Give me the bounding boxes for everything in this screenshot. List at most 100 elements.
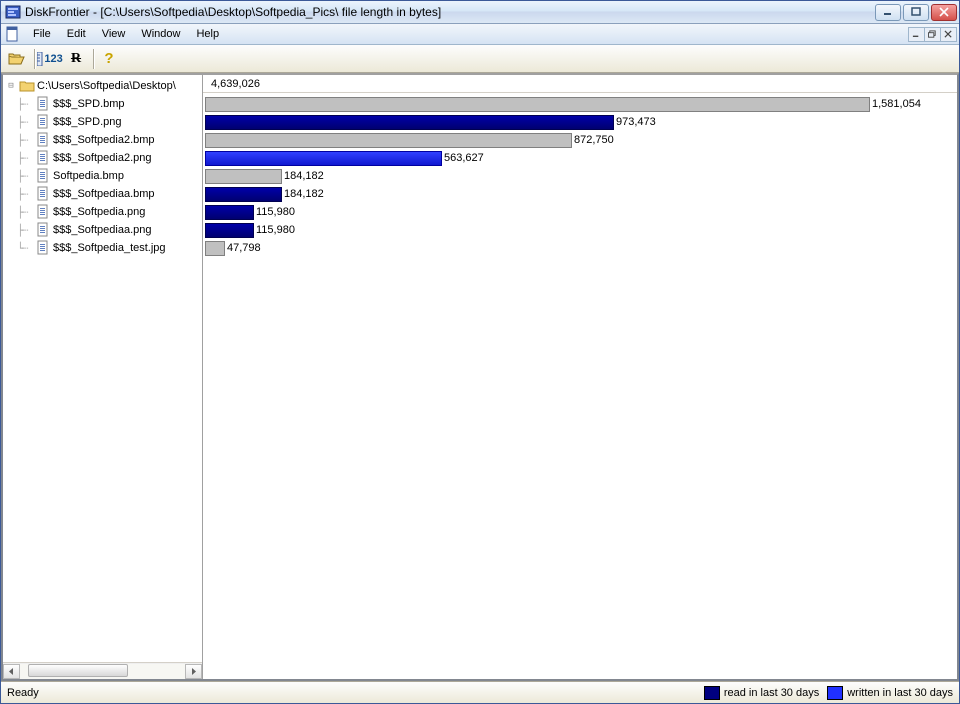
chart-bar (205, 151, 442, 166)
refresh-button[interactable]: R (64, 48, 88, 70)
chart-bar-row[interactable]: 563,627 (205, 149, 953, 167)
mdi-restore-button[interactable] (924, 27, 941, 42)
tree-scrollbar[interactable] (3, 662, 202, 679)
chart-bar-row[interactable]: 973,473 (205, 113, 953, 131)
chart-bar-value: 1,581,054 (872, 98, 921, 110)
tree-file[interactable]: ├┈$$$_Softpedia2.png (5, 149, 200, 167)
file-icon (35, 222, 51, 238)
chart-bar-row[interactable]: 184,182 (205, 167, 953, 185)
chart-bar-value: 563,627 (444, 152, 484, 164)
close-button[interactable] (931, 4, 957, 21)
file-icon (35, 114, 51, 130)
tree-file-label: Softpedia.bmp (53, 170, 124, 182)
tree-branch: ├┈ (17, 116, 33, 129)
tree-root-label: C:\Users\Softpedia\Desktop\ (37, 80, 176, 92)
chart-bar (205, 241, 225, 256)
legend-swatch-read (704, 686, 720, 700)
chart-bar (205, 97, 870, 112)
maximize-button[interactable] (903, 4, 929, 21)
help-button[interactable]: ? (97, 48, 121, 70)
minimize-button[interactable] (875, 4, 901, 21)
tree-branch: ├┈ (17, 224, 33, 237)
tree-file[interactable]: ├┈ $$$_Softpediaa.png (5, 221, 200, 239)
chart-total: 4,639,026 (203, 75, 957, 93)
folder-icon (19, 78, 35, 94)
file-icon (35, 186, 51, 202)
chart-bar (205, 187, 282, 202)
mdi-minimize-button[interactable] (908, 27, 925, 42)
scroll-right-button[interactable] (185, 664, 202, 679)
tree-file-label: $$$_Softpediaa.png (53, 224, 151, 236)
menu-edit[interactable]: Edit (59, 26, 94, 42)
ruler-icon: 123 (37, 52, 62, 66)
chart-bar-value: 115,980 (256, 224, 295, 236)
legend-label-read: read in last 30 days (724, 687, 819, 699)
chart-bar-row[interactable]: 47,798 (205, 239, 953, 257)
tree-file-label: $$$_Softpedia2.bmp (53, 134, 155, 146)
chart-total-label: 4,639,026 (211, 78, 260, 90)
chart-bar-value: 973,473 (616, 116, 656, 128)
statusbar: Ready read in last 30 days written in la… (1, 681, 959, 703)
tree-pane: ⊟ C:\Users\Softpedia\Desktop\ ├┈ $$$_SPD.… (3, 75, 203, 679)
tree-file[interactable]: ├┈ $$$_SPD.png (5, 113, 200, 131)
tree-file[interactable]: ├┈ $$$_SPD.bmp (5, 95, 200, 113)
tree-file-label: $$$_SPD.bmp (53, 98, 125, 110)
chart-bar (205, 205, 254, 220)
tree-file[interactable]: ├┈$$$_Softpedia.png (5, 203, 200, 221)
open-button[interactable] (5, 48, 29, 70)
chart-bar (205, 169, 282, 184)
tree-file-label: $$$_Softpedia_test.jpg (53, 242, 166, 254)
folder-tree[interactable]: ⊟ C:\Users\Softpedia\Desktop\ ├┈ $$$_SPD.… (3, 75, 202, 662)
menu-file[interactable]: File (25, 26, 59, 42)
scroll-thumb[interactable] (28, 664, 128, 677)
tree-branch: ├┈ (17, 98, 33, 111)
tree-file[interactable]: ├┈$$$_Softpediaa.bmp (5, 185, 200, 203)
chart-bar-value: 115,980 (256, 206, 295, 218)
tree-branch: ├┈ (17, 206, 33, 219)
chart-bar-value: 184,182 (284, 170, 324, 182)
mdi-close-button[interactable] (940, 27, 957, 42)
chart-bar-row[interactable]: 1,581,054 (205, 95, 953, 113)
tree-file-label: $$$_Softpediaa.bmp (53, 188, 155, 200)
menu-window[interactable]: Window (133, 26, 188, 42)
toolbar: 123 R ? (1, 45, 959, 73)
chart-bar (205, 115, 614, 130)
legend: read in last 30 days written in last 30 … (704, 686, 953, 700)
scroll-track[interactable] (20, 664, 185, 679)
chart-bar (205, 223, 254, 238)
chart-bar (205, 133, 572, 148)
chart-body: 1,581,054 973,473872,750 563,627 184,182 184… (203, 93, 957, 257)
tree-file[interactable]: ├┈ Softpedia.bmp (5, 167, 200, 185)
tree-file[interactable]: ├┈ $$$_Softpedia2.bmp (5, 131, 200, 149)
tree-file[interactable]: └┈$$$_Softpedia_test.jpg (5, 239, 200, 257)
tree-branch: ├┈ (17, 134, 33, 147)
tree-branch: ├┈ (17, 170, 33, 183)
file-icon (35, 240, 51, 256)
workarea: ⊟ C:\Users\Softpedia\Desktop\ ├┈ $$$_SPD.… (1, 73, 959, 681)
chart-bar-value: 184,182 (284, 188, 324, 200)
file-icon (35, 150, 51, 166)
collapse-icon[interactable]: ⊟ (5, 81, 17, 91)
app-icon (5, 4, 21, 20)
chart-pane: 4,639,026 1,581,054 973,473872,750 563,627… (203, 75, 957, 679)
window-title: DiskFrontier - [C:\Users\Softpedia\Deskt… (25, 5, 875, 19)
chart-bar-row[interactable]: 872,750 (205, 131, 953, 149)
app-window: DiskFrontier - [C:\Users\Softpedia\Deskt… (0, 0, 960, 704)
tree-root[interactable]: ⊟ C:\Users\Softpedia\Desktop\ (5, 77, 200, 95)
chart-bar-row[interactable]: 115,980 (205, 221, 953, 239)
menu-view[interactable]: View (94, 26, 134, 42)
refresh-icon: R (71, 51, 81, 67)
chart-bar-row[interactable]: 184,182 (205, 185, 953, 203)
tree-file-label: $$$_SPD.png (53, 116, 122, 128)
chart-bar-value: 47,798 (227, 242, 261, 254)
titlebar[interactable]: DiskFrontier - [C:\Users\Softpedia\Deskt… (1, 1, 959, 24)
legend-swatch-written (827, 686, 843, 700)
menu-help[interactable]: Help (188, 26, 227, 42)
chart-bar-row[interactable]: 115,980 (205, 203, 953, 221)
file-icon (35, 204, 51, 220)
doc-icon (5, 26, 21, 42)
help-icon: ? (104, 50, 113, 67)
scroll-left-button[interactable] (3, 664, 20, 679)
chart-bar-value: 872,750 (574, 134, 614, 146)
scale-button[interactable]: 123 (38, 48, 62, 70)
